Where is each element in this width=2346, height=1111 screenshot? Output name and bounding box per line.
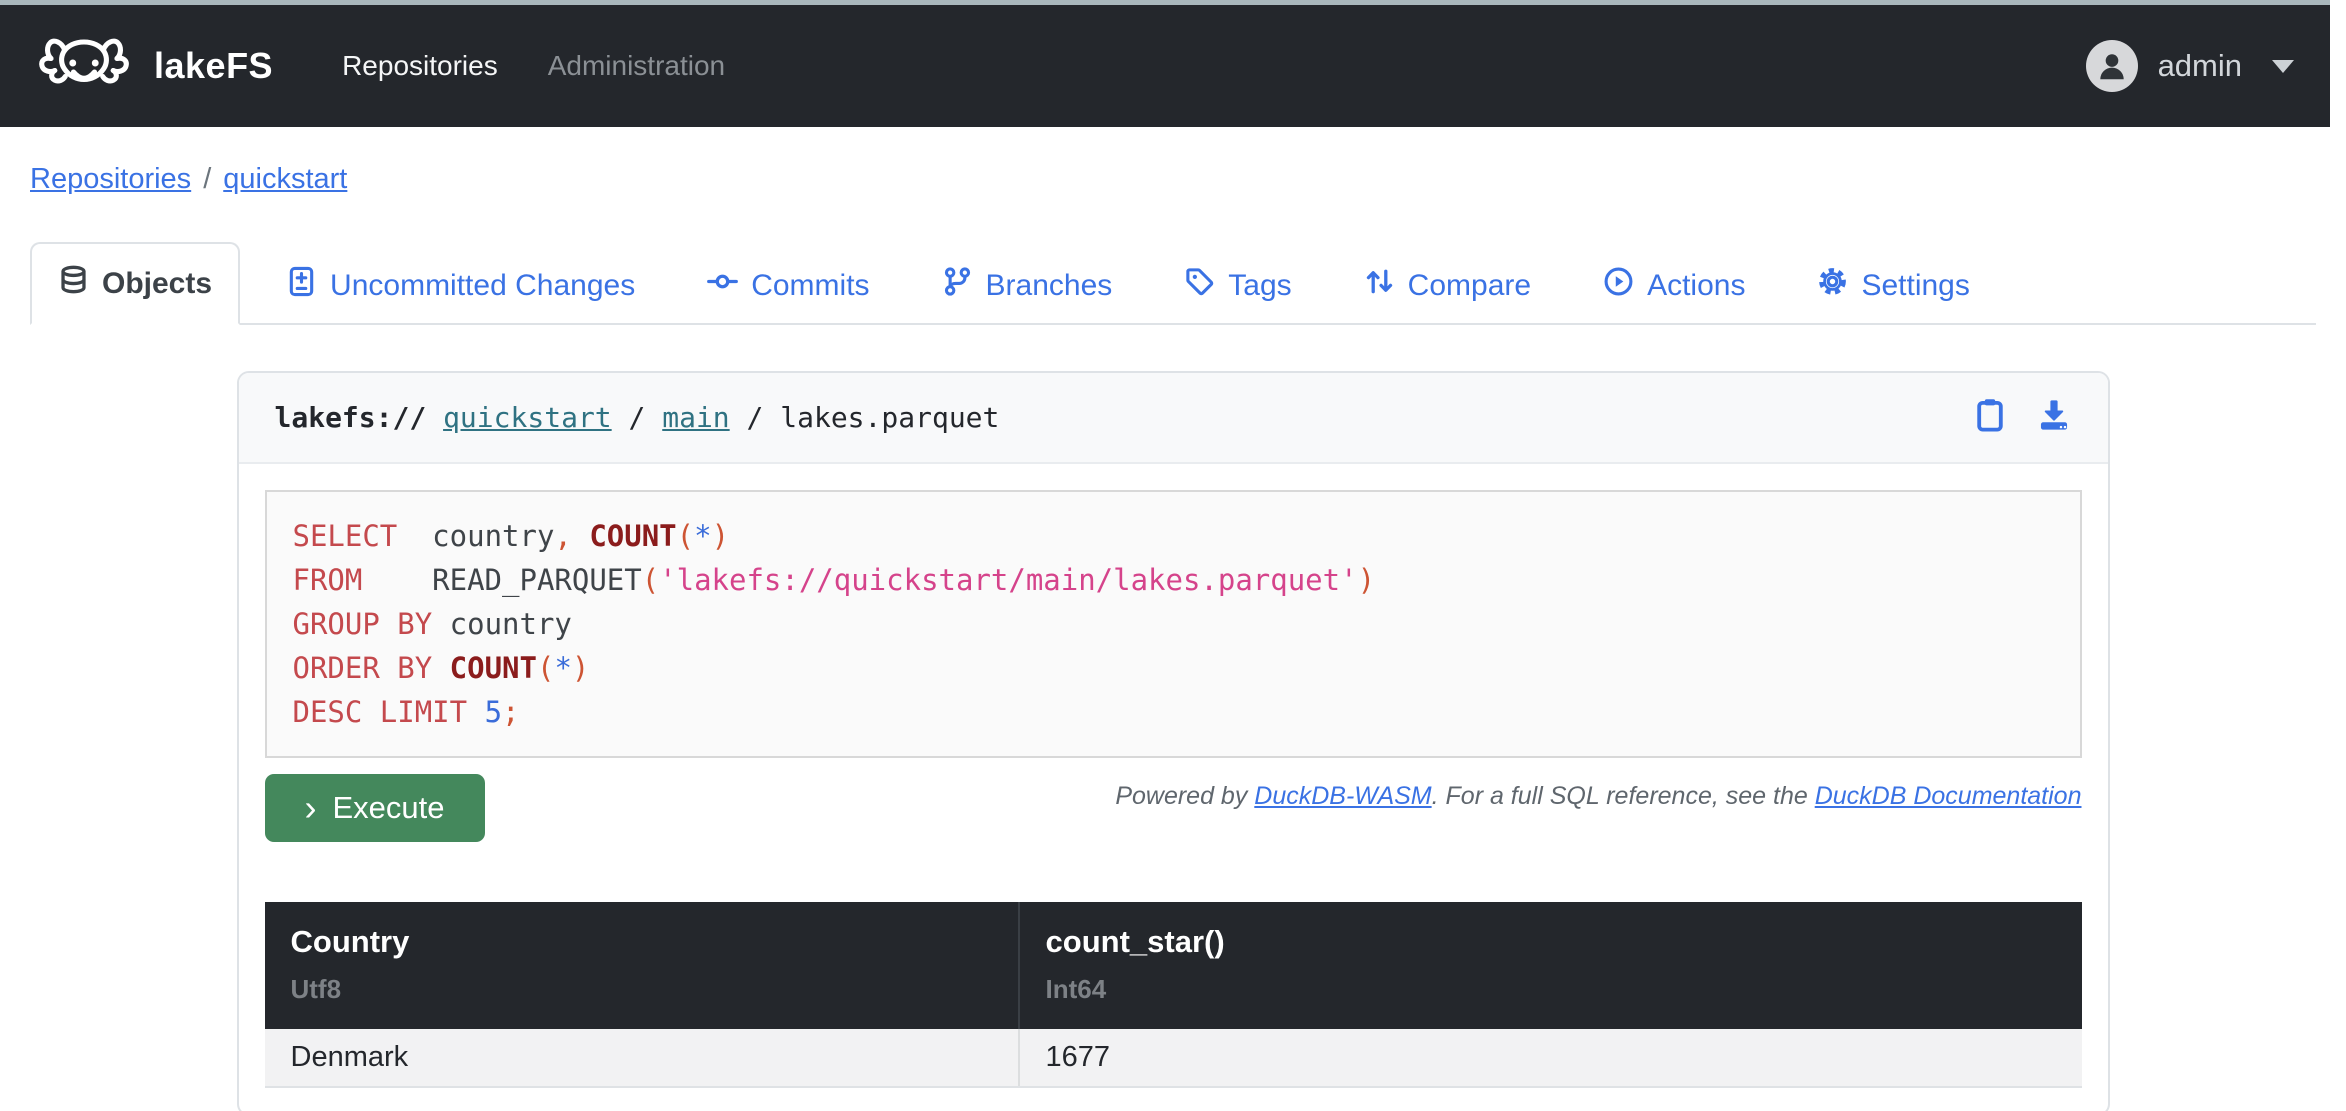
repository-tabs: Objects Uncommitted Changes Commits bbox=[30, 242, 2316, 325]
path-space bbox=[426, 401, 443, 434]
nav-item-repositories[interactable]: Repositories bbox=[342, 50, 498, 82]
duckdb-wasm-link[interactable]: DuckDB-WASM bbox=[1254, 782, 1431, 810]
breadcrumb-quickstart-link[interactable]: quickstart bbox=[223, 163, 347, 195]
file-diff-icon bbox=[286, 266, 317, 305]
breadcrumb-repositories-link[interactable]: Repositories bbox=[30, 163, 191, 195]
chevron-right-icon: › bbox=[305, 794, 317, 822]
cell-country: Denmark bbox=[265, 1029, 1019, 1087]
cell-count: 1677 bbox=[1019, 1029, 2082, 1087]
table-row: Denmark 1677 bbox=[265, 1029, 2082, 1087]
play-circle-icon bbox=[1603, 266, 1634, 305]
tab-objects[interactable]: Objects bbox=[30, 242, 240, 325]
path-file-name: lakes.parquet bbox=[780, 401, 999, 434]
tab-branches[interactable]: Branches bbox=[916, 246, 1139, 325]
breadcrumb-separator: / bbox=[203, 163, 211, 195]
tab-label: Actions bbox=[1647, 269, 1745, 303]
column-name: Country bbox=[291, 924, 992, 960]
column-header-country: Country Utf8 bbox=[265, 902, 1019, 1029]
tab-tags[interactable]: Tags bbox=[1158, 246, 1317, 325]
object-actions bbox=[1972, 397, 2072, 438]
path-scheme: lakefs:// bbox=[275, 401, 427, 434]
object-viewer-body: SELECT country, COUNT(*) FROM READ_PARQU… bbox=[239, 464, 2108, 1111]
column-name: count_star() bbox=[1046, 924, 2056, 960]
powered-by-middle: . For a full SQL reference, see the bbox=[1432, 782, 1815, 810]
compare-arrows-icon bbox=[1364, 266, 1395, 305]
nav-item-administration[interactable]: Administration bbox=[548, 50, 725, 82]
column-type: Utf8 bbox=[291, 974, 992, 1005]
tab-label: Tags bbox=[1228, 269, 1291, 303]
navbar: lakeFS Repositories Administration admin bbox=[0, 5, 2330, 127]
path-repo-link[interactable]: quickstart bbox=[443, 401, 612, 434]
tab-label: Objects bbox=[102, 267, 212, 301]
duckdb-docs-link[interactable]: DuckDB Documentation bbox=[1815, 782, 2082, 810]
query-results-table: Country Utf8 count_star() Int64 Denmark … bbox=[265, 902, 2082, 1088]
gear-icon bbox=[1817, 266, 1848, 305]
tab-actions[interactable]: Actions bbox=[1577, 246, 1771, 325]
execute-label: Execute bbox=[333, 790, 445, 826]
results-header-row: Country Utf8 count_star() Int64 bbox=[265, 902, 2082, 1029]
caret-down-icon bbox=[2272, 60, 2294, 73]
object-path: lakefs:// quickstart / main / lakes.parq… bbox=[275, 401, 1000, 434]
object-viewer-card: lakefs:// quickstart / main / lakes.parq… bbox=[237, 371, 2110, 1111]
person-circle-icon bbox=[2086, 40, 2138, 92]
user-menu[interactable]: admin bbox=[2086, 40, 2294, 92]
tab-compare[interactable]: Compare bbox=[1338, 246, 1557, 325]
path-separator: / bbox=[612, 401, 663, 434]
sql-line: GROUP BY country bbox=[293, 602, 2054, 646]
brand-home-link[interactable]: lakeFS bbox=[30, 27, 273, 105]
tab-settings[interactable]: Settings bbox=[1791, 246, 1995, 325]
sql-editor[interactable]: SELECT country, COUNT(*) FROM READ_PARQU… bbox=[265, 490, 2082, 758]
breadcrumb: Repositories / quickstart bbox=[30, 163, 2346, 196]
path-ref-link[interactable]: main bbox=[662, 401, 729, 434]
execute-button[interactable]: › Execute bbox=[265, 774, 485, 842]
tab-label: Compare bbox=[1408, 269, 1531, 303]
username-label: admin bbox=[2158, 48, 2242, 84]
powered-by-prefix: Powered by bbox=[1115, 782, 1254, 810]
actions-row: › Execute Powered by DuckDB-WASM. For a … bbox=[265, 774, 2082, 842]
brand-name: lakeFS bbox=[154, 45, 273, 87]
axolotl-logo-icon bbox=[30, 27, 138, 105]
tab-label: Uncommitted Changes bbox=[330, 269, 635, 303]
sql-line: ORDER BY COUNT(*) bbox=[293, 646, 2054, 690]
download-icon[interactable] bbox=[2036, 397, 2072, 438]
tab-label: Commits bbox=[751, 269, 869, 303]
path-separator: / bbox=[730, 401, 781, 434]
database-icon bbox=[58, 264, 89, 303]
sql-line: FROM READ_PARQUET('lakefs://quickstart/m… bbox=[293, 558, 2054, 602]
tab-uncommitted-changes[interactable]: Uncommitted Changes bbox=[260, 246, 661, 325]
object-path-bar: lakefs:// quickstart / main / lakes.parq… bbox=[239, 373, 2108, 464]
clipboard-icon[interactable] bbox=[1972, 397, 2008, 438]
tab-label: Settings bbox=[1861, 269, 1969, 303]
branch-icon bbox=[942, 266, 973, 305]
powered-by-note: Powered by DuckDB-WASM. For a full SQL r… bbox=[1115, 782, 2081, 811]
column-header-count-star: count_star() Int64 bbox=[1019, 902, 2082, 1029]
sql-line: DESC LIMIT 5; bbox=[293, 690, 2054, 734]
column-type: Int64 bbox=[1046, 974, 2056, 1005]
sql-line: SELECT country, COUNT(*) bbox=[293, 514, 2054, 558]
tag-icon bbox=[1184, 266, 1215, 305]
commit-icon bbox=[707, 266, 738, 305]
tab-commits[interactable]: Commits bbox=[681, 246, 895, 325]
tab-label: Branches bbox=[986, 269, 1113, 303]
